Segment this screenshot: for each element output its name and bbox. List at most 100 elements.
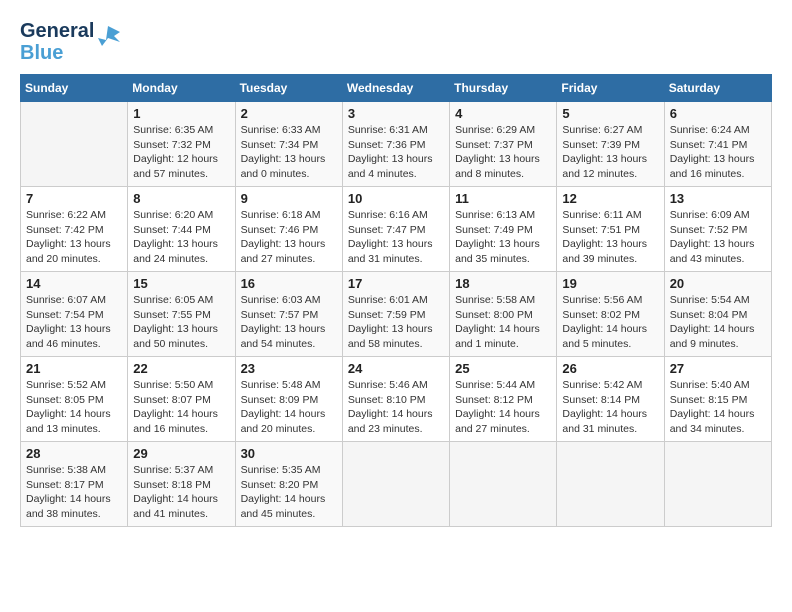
day-number: 18	[455, 276, 551, 291]
day-info: Sunrise: 5:38 AMSunset: 8:17 PMDaylight:…	[26, 463, 122, 522]
calendar-cell: 10 Sunrise: 6:16 AMSunset: 7:47 PMDayligh…	[342, 187, 449, 272]
day-number: 6	[670, 106, 766, 121]
day-info: Sunrise: 6:13 AMSunset: 7:49 PMDaylight:…	[455, 208, 551, 267]
calendar-cell	[557, 442, 664, 527]
weekday-header: Sunday	[21, 75, 128, 102]
day-number: 11	[455, 191, 551, 206]
day-info: Sunrise: 5:50 AMSunset: 8:07 PMDaylight:…	[133, 378, 229, 437]
day-number: 30	[241, 446, 337, 461]
day-number: 24	[348, 361, 444, 376]
day-info: Sunrise: 5:48 AMSunset: 8:09 PMDaylight:…	[241, 378, 337, 437]
day-info: Sunrise: 5:44 AMSunset: 8:12 PMDaylight:…	[455, 378, 551, 437]
calendar-cell: 26 Sunrise: 5:42 AMSunset: 8:14 PMDayligh…	[557, 357, 664, 442]
calendar-cell: 14 Sunrise: 6:07 AMSunset: 7:54 PMDayligh…	[21, 272, 128, 357]
day-info: Sunrise: 6:35 AMSunset: 7:32 PMDaylight:…	[133, 123, 229, 182]
calendar-cell: 23 Sunrise: 5:48 AMSunset: 8:09 PMDayligh…	[235, 357, 342, 442]
calendar-week-row: 7 Sunrise: 6:22 AMSunset: 7:42 PMDaylight…	[21, 187, 772, 272]
calendar-cell: 11 Sunrise: 6:13 AMSunset: 7:49 PMDayligh…	[450, 187, 557, 272]
calendar-cell: 29 Sunrise: 5:37 AMSunset: 8:18 PMDayligh…	[128, 442, 235, 527]
calendar-cell: 15 Sunrise: 6:05 AMSunset: 7:55 PMDayligh…	[128, 272, 235, 357]
page-header: GeneralBlue	[20, 20, 772, 64]
calendar-cell: 20 Sunrise: 5:54 AMSunset: 8:04 PMDayligh…	[664, 272, 771, 357]
day-number: 10	[348, 191, 444, 206]
calendar-cell: 1Sunrise: 6:35 AMSunset: 7:32 PMDaylight…	[128, 102, 235, 187]
day-info: Sunrise: 6:24 AMSunset: 7:41 PMDaylight:…	[670, 123, 766, 182]
calendar-cell: 25 Sunrise: 5:44 AMSunset: 8:12 PMDayligh…	[450, 357, 557, 442]
calendar-week-row: 21 Sunrise: 5:52 AMSunset: 8:05 PMDayligh…	[21, 357, 772, 442]
calendar-cell: 8 Sunrise: 6:20 AMSunset: 7:44 PMDaylight…	[128, 187, 235, 272]
day-number: 17	[348, 276, 444, 291]
day-number: 25	[455, 361, 551, 376]
day-number: 23	[241, 361, 337, 376]
calendar-cell: 17 Sunrise: 6:01 AMSunset: 7:59 PMDayligh…	[342, 272, 449, 357]
day-number: 9	[241, 191, 337, 206]
day-info: Sunrise: 6:18 AMSunset: 7:46 PMDaylight:…	[241, 208, 337, 267]
day-number: 8	[133, 191, 229, 206]
calendar-cell: 3 Sunrise: 6:31 AMSunset: 7:36 PMDaylight…	[342, 102, 449, 187]
weekday-header: Friday	[557, 75, 664, 102]
weekday-header: Saturday	[664, 75, 771, 102]
day-number: 7	[26, 191, 122, 206]
calendar-cell: 4 Sunrise: 6:29 AMSunset: 7:37 PMDaylight…	[450, 102, 557, 187]
calendar-cell: 24 Sunrise: 5:46 AMSunset: 8:10 PMDayligh…	[342, 357, 449, 442]
day-number: 20	[670, 276, 766, 291]
day-number: 16	[241, 276, 337, 291]
day-info: Sunrise: 5:56 AMSunset: 8:02 PMDaylight:…	[562, 293, 658, 352]
calendar-cell: 28 Sunrise: 5:38 AMSunset: 8:17 PMDayligh…	[21, 442, 128, 527]
day-info: Sunrise: 6:22 AMSunset: 7:42 PMDaylight:…	[26, 208, 122, 267]
day-info: Sunrise: 6:20 AMSunset: 7:44 PMDaylight:…	[133, 208, 229, 267]
day-number: 12	[562, 191, 658, 206]
bird-icon	[98, 26, 120, 54]
calendar-cell: 13Sunrise: 6:09 AMSunset: 7:52 PMDayligh…	[664, 187, 771, 272]
calendar-cell: 18Sunrise: 5:58 AMSunset: 8:00 PMDayligh…	[450, 272, 557, 357]
day-info: Sunrise: 6:09 AMSunset: 7:52 PMDaylight:…	[670, 208, 766, 267]
day-info: Sunrise: 5:52 AMSunset: 8:05 PMDaylight:…	[26, 378, 122, 437]
calendar-cell: 7 Sunrise: 6:22 AMSunset: 7:42 PMDaylight…	[21, 187, 128, 272]
day-number: 27	[670, 361, 766, 376]
calendar-cell	[664, 442, 771, 527]
calendar-week-row: 14 Sunrise: 6:07 AMSunset: 7:54 PMDayligh…	[21, 272, 772, 357]
calendar-week-row: 1Sunrise: 6:35 AMSunset: 7:32 PMDaylight…	[21, 102, 772, 187]
day-number: 14	[26, 276, 122, 291]
day-number: 3	[348, 106, 444, 121]
day-number: 15	[133, 276, 229, 291]
day-number: 26	[562, 361, 658, 376]
calendar-cell	[21, 102, 128, 187]
calendar-cell: 9 Sunrise: 6:18 AMSunset: 7:46 PMDaylight…	[235, 187, 342, 272]
day-number: 22	[133, 361, 229, 376]
day-info: Sunrise: 6:16 AMSunset: 7:47 PMDaylight:…	[348, 208, 444, 267]
calendar-cell: 21 Sunrise: 5:52 AMSunset: 8:05 PMDayligh…	[21, 357, 128, 442]
calendar-cell: 22 Sunrise: 5:50 AMSunset: 8:07 PMDayligh…	[128, 357, 235, 442]
day-number: 28	[26, 446, 122, 461]
day-number: 19	[562, 276, 658, 291]
calendar-cell: 5Sunrise: 6:27 AMSunset: 7:39 PMDaylight…	[557, 102, 664, 187]
day-info: Sunrise: 6:31 AMSunset: 7:36 PMDaylight:…	[348, 123, 444, 182]
calendar-cell	[342, 442, 449, 527]
logo: GeneralBlue	[20, 20, 120, 64]
calendar-table: SundayMondayTuesdayWednesdayThursdayFrid…	[20, 74, 772, 527]
day-info: Sunrise: 5:46 AMSunset: 8:10 PMDaylight:…	[348, 378, 444, 437]
day-info: Sunrise: 5:35 AMSunset: 8:20 PMDaylight:…	[241, 463, 337, 522]
calendar-week-row: 28 Sunrise: 5:38 AMSunset: 8:17 PMDayligh…	[21, 442, 772, 527]
day-info: Sunrise: 5:37 AMSunset: 8:18 PMDaylight:…	[133, 463, 229, 522]
day-number: 21	[26, 361, 122, 376]
calendar-cell: 27Sunrise: 5:40 AMSunset: 8:15 PMDayligh…	[664, 357, 771, 442]
weekday-header: Thursday	[450, 75, 557, 102]
day-info: Sunrise: 6:29 AMSunset: 7:37 PMDaylight:…	[455, 123, 551, 182]
calendar-cell: 6 Sunrise: 6:24 AMSunset: 7:41 PMDaylight…	[664, 102, 771, 187]
day-info: Sunrise: 6:05 AMSunset: 7:55 PMDaylight:…	[133, 293, 229, 352]
day-info: Sunrise: 6:01 AMSunset: 7:59 PMDaylight:…	[348, 293, 444, 352]
calendar-cell: 30 Sunrise: 5:35 AMSunset: 8:20 PMDayligh…	[235, 442, 342, 527]
day-info: Sunrise: 5:42 AMSunset: 8:14 PMDaylight:…	[562, 378, 658, 437]
day-number: 4	[455, 106, 551, 121]
weekday-header: Wednesday	[342, 75, 449, 102]
day-number: 5	[562, 106, 658, 121]
calendar-cell: 16Sunrise: 6:03 AMSunset: 7:57 PMDayligh…	[235, 272, 342, 357]
day-info: Sunrise: 6:07 AMSunset: 7:54 PMDaylight:…	[26, 293, 122, 352]
calendar-cell: 19 Sunrise: 5:56 AMSunset: 8:02 PMDayligh…	[557, 272, 664, 357]
calendar-cell	[450, 442, 557, 527]
day-number: 2	[241, 106, 337, 121]
day-info: Sunrise: 5:54 AMSunset: 8:04 PMDaylight:…	[670, 293, 766, 352]
weekday-header: Tuesday	[235, 75, 342, 102]
day-number: 29	[133, 446, 229, 461]
